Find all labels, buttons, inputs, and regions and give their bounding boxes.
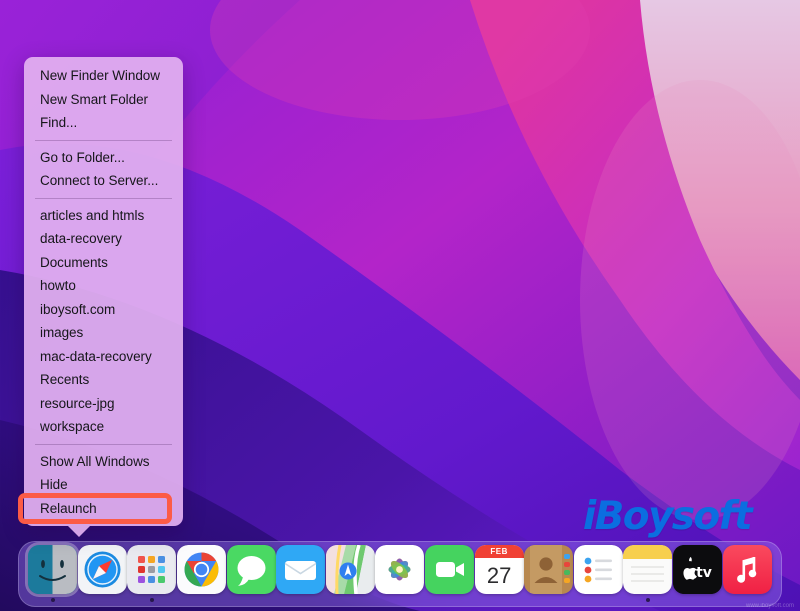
dock-item-notes[interactable] — [623, 543, 673, 605]
dock-item-appletv[interactable]: tv — [673, 543, 723, 605]
running-indicator-launchpad — [150, 598, 154, 602]
menu-item-articles-and-htmls[interactable]: articles and htmls — [24, 204, 183, 228]
menu-item-resource-jpg[interactable]: resource-jpg — [24, 392, 183, 416]
menu-item-go-to-folder[interactable]: Go to Folder... — [24, 146, 183, 170]
dock-item-maps[interactable] — [326, 543, 376, 605]
chrome-icon — [177, 545, 226, 594]
menu-separator-2 — [35, 198, 172, 199]
dock-item-mail[interactable] — [276, 543, 326, 605]
mail-icon — [276, 545, 325, 594]
calendar-day-label: 27 — [487, 558, 511, 594]
menu-item-iboysoft-com[interactable]: iboysoft.com — [24, 298, 183, 322]
appletv-icon: tv — [673, 545, 722, 594]
dock-item-safari[interactable] — [78, 543, 128, 605]
maps-icon — [326, 545, 375, 594]
svg-text:tv: tv — [696, 565, 712, 581]
music-icon — [723, 545, 772, 594]
notes-icon — [623, 545, 672, 594]
dock-item-music[interactable] — [722, 543, 772, 605]
safari-icon — [78, 545, 127, 594]
menu-pointer-arrow — [68, 526, 90, 537]
dock[interactable]: FEB 27 — [18, 541, 782, 607]
dock-item-chrome[interactable] — [177, 543, 227, 605]
photos-icon — [375, 545, 424, 594]
reminders-icon — [574, 545, 623, 594]
menu-item-hide[interactable]: Hide — [24, 473, 183, 497]
desktop[interactable]: iBoysoft www.iboysoft.com New Finder Win… — [0, 0, 800, 611]
running-indicator-finder — [51, 598, 55, 602]
finder-dock-context-menu[interactable]: New Finder Window New Smart Folder Find.… — [24, 57, 183, 526]
dock-item-finder[interactable] — [28, 543, 78, 605]
menu-item-relaunch-wrapper[interactable]: Relaunch — [24, 497, 183, 521]
contacts-icon — [524, 545, 573, 594]
menu-item-recents[interactable]: Recents — [24, 368, 183, 392]
running-indicator-notes — [646, 598, 650, 602]
menu-item-find[interactable]: Find... — [24, 111, 183, 135]
launchpad-icon — [127, 545, 176, 594]
menu-separator-1 — [35, 140, 172, 141]
menu-item-connect-to-server[interactable]: Connect to Server... — [24, 169, 183, 193]
menu-item-new-smart-folder[interactable]: New Smart Folder — [24, 88, 183, 112]
facetime-icon — [425, 545, 474, 594]
dock-item-messages[interactable] — [226, 543, 276, 605]
dock-item-contacts[interactable] — [524, 543, 574, 605]
calendar-icon: FEB 27 — [475, 545, 524, 594]
finder-icon — [28, 545, 77, 594]
menu-item-data-recovery[interactable]: data-recovery — [24, 227, 183, 251]
menu-item-show-all-windows[interactable]: Show All Windows — [24, 450, 183, 474]
dock-item-reminders[interactable] — [574, 543, 624, 605]
menu-item-images[interactable]: images — [24, 321, 183, 345]
dock-item-photos[interactable] — [375, 543, 425, 605]
menu-item-documents[interactable]: Documents — [24, 251, 183, 275]
messages-icon — [227, 545, 276, 594]
menu-separator-3 — [35, 444, 172, 445]
dock-item-calendar[interactable]: FEB 27 — [474, 543, 524, 605]
dock-item-launchpad[interactable] — [127, 543, 177, 605]
menu-item-mac-data-recovery[interactable]: mac-data-recovery — [24, 345, 183, 369]
corner-url-watermark: www.iboysoft.com — [746, 603, 794, 609]
calendar-month-label: FEB — [475, 545, 524, 558]
menu-item-howto[interactable]: howto — [24, 274, 183, 298]
menu-item-workspace[interactable]: workspace — [24, 415, 183, 439]
menu-item-relaunch[interactable]: Relaunch — [24, 497, 183, 521]
dock-item-facetime[interactable] — [425, 543, 475, 605]
iboysoft-watermark: iBoysoft — [583, 494, 751, 539]
menu-item-new-finder-window[interactable]: New Finder Window — [24, 64, 183, 88]
